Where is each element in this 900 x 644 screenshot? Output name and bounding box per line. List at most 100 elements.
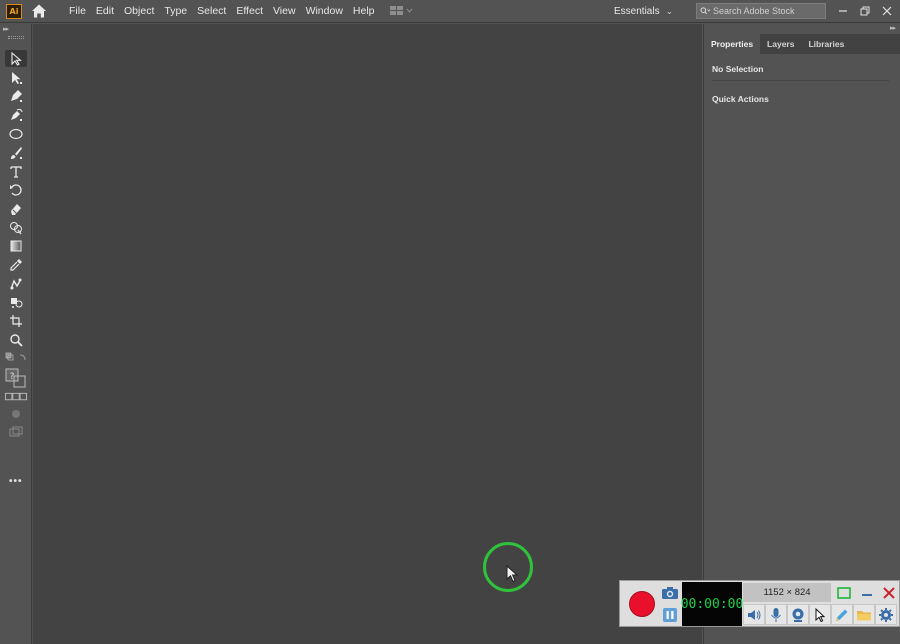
gear-icon	[879, 607, 893, 622]
panel-grip[interactable]	[8, 36, 24, 39]
paintbrush-icon	[11, 146, 22, 159]
curvature-pen-icon	[11, 108, 23, 121]
fill-stroke-swap[interactable]	[5, 351, 27, 365]
tab-properties[interactable]: Properties	[704, 34, 761, 54]
microphone-toggle[interactable]	[765, 604, 787, 625]
paintbrush-tool[interactable]	[5, 144, 27, 161]
zoom-icon	[10, 333, 23, 347]
cursor-icon	[815, 607, 826, 622]
stock-search[interactable]	[696, 3, 826, 19]
chevron-down-icon: ⌄	[665, 6, 674, 16]
camera-icon	[662, 587, 678, 599]
eyedropper-tool[interactable]	[5, 256, 27, 273]
edit-toolbar-icon[interactable]: •••	[9, 476, 23, 487]
swap-colors-icon	[5, 352, 26, 361]
home-icon[interactable]	[31, 3, 47, 19]
speaker-icon	[748, 609, 761, 620]
tab-layers[interactable]: Layers	[760, 34, 801, 54]
eraser-tool[interactable]	[5, 200, 27, 217]
screen-mode[interactable]	[5, 425, 27, 439]
menu-edit[interactable]: Edit	[92, 0, 120, 23]
illustrator-window: Ai File Edit Object Type Select Effect V…	[0, 0, 900, 644]
close-button[interactable]	[879, 3, 895, 19]
screenshot-button[interactable]	[659, 583, 681, 603]
no-selection-label: No Selection	[712, 64, 764, 74]
menu-view[interactable]: View	[269, 0, 302, 23]
close-icon	[882, 6, 892, 16]
collapse-panel-icon[interactable]: ▸▸	[3, 25, 9, 33]
app-logo: Ai	[6, 3, 22, 19]
workspace-label: Essentials	[614, 6, 660, 17]
menu-effect[interactable]: Effect	[232, 0, 269, 23]
pen-icon	[11, 89, 22, 102]
arrange-documents-icon[interactable]	[389, 4, 413, 18]
gradient-tool[interactable]	[5, 237, 27, 254]
symbol-sprayer-icon	[11, 297, 23, 308]
color-mode-icon	[5, 392, 27, 401]
capture-resolution[interactable]: 1152 × 824	[743, 583, 831, 602]
type-tool[interactable]	[5, 163, 27, 180]
draw-annotation-button[interactable]	[831, 604, 853, 625]
rotate-tool[interactable]	[5, 181, 27, 198]
workspace-switcher[interactable]: Essentials ⌄	[614, 0, 673, 23]
fill-stroke-icon: ?	[5, 368, 26, 388]
pen-tool[interactable]	[5, 87, 27, 104]
widget-minimize-button[interactable]	[856, 583, 878, 602]
open-folder-button[interactable]	[853, 604, 875, 625]
search-icon	[700, 7, 710, 15]
color-mode-buttons[interactable]	[5, 391, 27, 403]
settings-button[interactable]	[875, 604, 897, 625]
collapse-panel-icon[interactable]: ▸▸	[890, 24, 896, 32]
capture-region-button[interactable]	[833, 583, 855, 602]
menu-file[interactable]: File	[65, 0, 92, 23]
pause-button[interactable]	[659, 605, 681, 625]
search-input[interactable]	[713, 6, 825, 16]
tab-libraries[interactable]: Libraries	[801, 34, 851, 54]
document-canvas[interactable]	[33, 24, 702, 644]
type-icon	[10, 165, 22, 178]
direct-selection-tool[interactable]	[5, 69, 27, 86]
microphone-icon	[771, 607, 781, 622]
fill-stroke-indicator[interactable]: ?	[5, 367, 27, 389]
screen-mode-icon	[9, 426, 23, 437]
eyedropper-icon	[10, 258, 22, 271]
zoom-tool[interactable]	[5, 331, 27, 348]
menu-type[interactable]: Type	[160, 0, 193, 23]
menu-object[interactable]: Object	[120, 0, 160, 23]
folder-icon	[857, 610, 871, 620]
drawing-mode[interactable]	[5, 407, 27, 421]
gradient-icon	[10, 240, 22, 251]
record-button[interactable]	[625, 587, 659, 621]
artboard-tool[interactable]	[5, 312, 27, 329]
blend-tool[interactable]	[5, 275, 27, 292]
pause-icon	[663, 608, 677, 622]
menu-select[interactable]: Select	[193, 0, 232, 23]
restore-button[interactable]	[857, 3, 873, 19]
ellipse-icon	[9, 128, 23, 139]
restore-icon	[860, 6, 870, 16]
rotate-icon	[10, 183, 22, 196]
menu-bar: Ai File Edit Object Type Select Effect V…	[0, 0, 900, 23]
webcam-toggle[interactable]	[787, 604, 809, 625]
shape-builder-tool[interactable]	[5, 219, 27, 236]
selection-tool[interactable]	[5, 50, 27, 67]
eraser-icon	[11, 203, 21, 215]
cursor-toggle[interactable]	[809, 604, 831, 625]
curvature-tool[interactable]	[5, 106, 27, 123]
minimize-button[interactable]	[835, 3, 851, 19]
close-icon	[883, 586, 895, 599]
widget-close-button[interactable]	[878, 583, 900, 602]
main-menu: File Edit Object Type Select Effect View…	[65, 0, 381, 23]
recording-timer: 00:00:00	[681, 582, 743, 626]
draw-mode-icon	[12, 410, 20, 418]
menu-window[interactable]: Window	[302, 0, 349, 23]
menu-help[interactable]: Help	[349, 0, 381, 23]
screen-recorder-widget: 00:00:00 1152 × 824	[619, 580, 900, 627]
panel-divider	[712, 80, 889, 81]
speaker-toggle[interactable]	[743, 604, 765, 625]
symbol-sprayer-tool[interactable]	[5, 293, 27, 310]
blend-icon	[10, 278, 22, 289]
ellipse-tool[interactable]	[5, 125, 27, 142]
artboard-icon	[10, 314, 22, 327]
quick-actions-label: Quick Actions	[712, 94, 769, 104]
